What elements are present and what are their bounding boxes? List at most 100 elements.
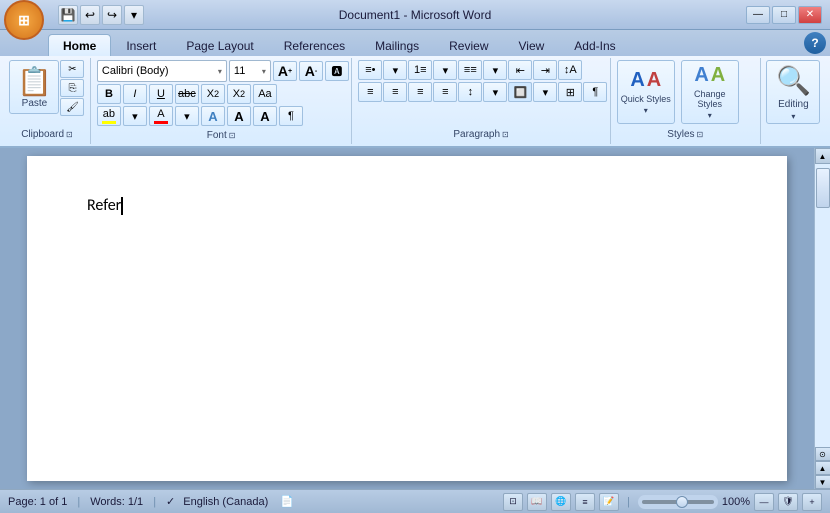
italic-button[interactable]: I [123,84,147,104]
quick-styles-button[interactable]: A A Quick Styles ▾ [617,60,675,124]
text-highlight-btn2[interactable]: A [227,106,251,126]
show-para-marks-button[interactable]: ¶ [583,82,607,102]
quick-styles-dropdown[interactable]: ▾ [644,106,648,115]
change-styles-button[interactable]: A A Change Styles ▾ [681,60,739,124]
increase-indent-button[interactable]: ⇥ [533,60,557,80]
align-center-button[interactable]: ≡ [383,82,407,102]
format-painter-button[interactable]: 🖌 [60,98,84,116]
line-spacing-button[interactable]: ↕ [458,82,482,102]
restore-button[interactable]: □ [772,6,796,24]
paragraph-expand-icon[interactable]: ⊡ [502,130,509,139]
font-row1: Calibri (Body) ▾ 11 ▾ A+ A- 🅰 [97,60,349,82]
bold-button[interactable]: B [97,84,121,104]
subscript-button[interactable]: X2 [201,84,225,104]
draft-view-btn[interactable]: 📝 [599,493,619,511]
styles-expand-icon[interactable]: ⊡ [697,130,704,139]
tab-review[interactable]: Review [434,34,503,56]
align-left-button[interactable]: ≡ [358,82,382,102]
zoom-slider[interactable] [638,495,718,509]
tab-home[interactable]: Home [48,34,111,56]
numbering-button[interactable]: 1≡ [408,60,432,80]
paragraph-label-text: Paragraph [453,129,500,140]
tab-references[interactable]: References [269,34,360,56]
full-reading-view-btn[interactable]: 📖 [527,493,547,511]
para-row1: ≡• ▾ 1≡ ▾ ≡≡ ▾ ⇤ ⇥ ↕A [358,60,582,80]
font-size-select[interactable]: 11 ▾ [229,60,271,82]
zoom-in-button[interactable]: + [802,493,822,511]
shading-dropdown-btn[interactable]: ▾ [533,82,557,102]
next-page-button[interactable]: ▼ [815,475,830,489]
close-button[interactable]: ✕ [798,6,822,24]
web-layout-view-btn[interactable]: 🌐 [551,493,571,511]
superscript-button[interactable]: X2 [227,84,251,104]
bullets-dropdown-btn[interactable]: ▾ [383,60,407,80]
justify-button[interactable]: ≡ [433,82,457,102]
select-browse-object-button[interactable]: ⊙ [815,447,830,461]
font-expand-icon[interactable]: ⊡ [229,131,236,140]
window-title: Document1 - Microsoft Word [339,8,492,22]
show-hide-btn[interactable]: ¶ [279,106,303,126]
shading-button[interactable]: 🔲 [508,82,532,102]
undo-quick-btn[interactable]: ↩ [80,5,100,25]
paste-icon: 📋 [17,65,52,98]
font-name-select[interactable]: Calibri (Body) ▾ [97,60,227,82]
office-button[interactable]: ⊞ [4,0,44,40]
tab-add-ins[interactable]: Add-Ins [559,34,630,56]
editing-dropdown[interactable]: ▾ [791,112,795,121]
scroll-thumb[interactable] [816,168,830,208]
scroll-track[interactable] [815,164,830,447]
help-button[interactable]: ? [804,32,826,54]
tab-view[interactable]: View [504,34,560,56]
font-color-dropdown-btn[interactable]: ▾ [175,106,199,126]
zoom-thumb[interactable] [676,496,688,508]
decrease-indent-button[interactable]: ⇤ [508,60,532,80]
page-info: Page: 1 of 1 [8,496,67,508]
clipboard-expand-icon[interactable]: ⊡ [66,130,73,139]
tab-insert[interactable]: Insert [111,34,171,56]
document-text[interactable]: Refer [87,196,727,215]
highlight-dropdown-btn[interactable]: ▾ [123,106,147,126]
text-size-up-btn[interactable]: A [253,106,277,126]
bullets-button[interactable]: ≡• [358,60,382,80]
font-color-button[interactable]: A [149,106,173,126]
line-spacing-dropdown-btn[interactable]: ▾ [483,82,507,102]
editing-button[interactable]: 🔍 Editing ▾ [766,60,820,124]
title-bar-left: ⊞ 💾 ↩ ↪ ▾ [8,5,144,25]
minimize-button[interactable]: — [746,6,770,24]
redo-quick-btn[interactable]: ↪ [102,5,122,25]
paste-button[interactable]: 📋 Paste [9,60,59,114]
text-effects-button[interactable]: A [201,106,225,126]
cut-button[interactable]: ✂ [60,60,84,78]
tab-mailings[interactable]: Mailings [360,34,434,56]
sort-button[interactable]: ↕A [558,60,582,80]
highlight-icon: ab [103,108,115,120]
tab-page-layout[interactable]: Page Layout [171,34,268,56]
office-logo: ⊞ [18,12,30,29]
numbering-dropdown-btn[interactable]: ▾ [433,60,457,80]
change-styles-dropdown[interactable]: ▾ [708,111,712,120]
zoom-level: 100% [722,496,750,508]
document-page[interactable]: Refer [27,156,787,481]
change-styles-icon2: A [711,64,725,87]
print-layout-view-btn[interactable]: ⊡ [503,493,523,511]
zoom-out-button[interactable]: — [754,493,774,511]
document-scroll-area[interactable]: Refer [0,148,814,489]
clear-formatting-button[interactable]: 🅰 [325,61,349,81]
font-content: Calibri (Body) ▾ 11 ▾ A+ A- 🅰 B I U abc [97,60,345,126]
increase-font-size-button[interactable]: A+ [273,61,297,81]
prev-page-button[interactable]: ▲ [815,461,830,475]
strikethrough-button[interactable]: abc [175,84,199,104]
copy-button[interactable]: ⎘ [60,79,84,97]
align-right-button[interactable]: ≡ [408,82,432,102]
borders-button[interactable]: ⊞ [558,82,582,102]
multilevel-dropdown-btn[interactable]: ▾ [483,60,507,80]
underline-button[interactable]: U [149,84,173,104]
outline-view-btn[interactable]: ≡ [575,493,595,511]
decrease-font-size-button[interactable]: A- [299,61,323,81]
change-case-button[interactable]: Aa [253,84,277,104]
scroll-up-button[interactable]: ▲ [815,148,830,164]
save-quick-btn[interactable]: 💾 [58,5,78,25]
customize-quick-btn[interactable]: ▾ [124,5,144,25]
multilevel-list-button[interactable]: ≡≡ [458,60,482,80]
highlight-color-button[interactable]: ab [97,106,121,126]
